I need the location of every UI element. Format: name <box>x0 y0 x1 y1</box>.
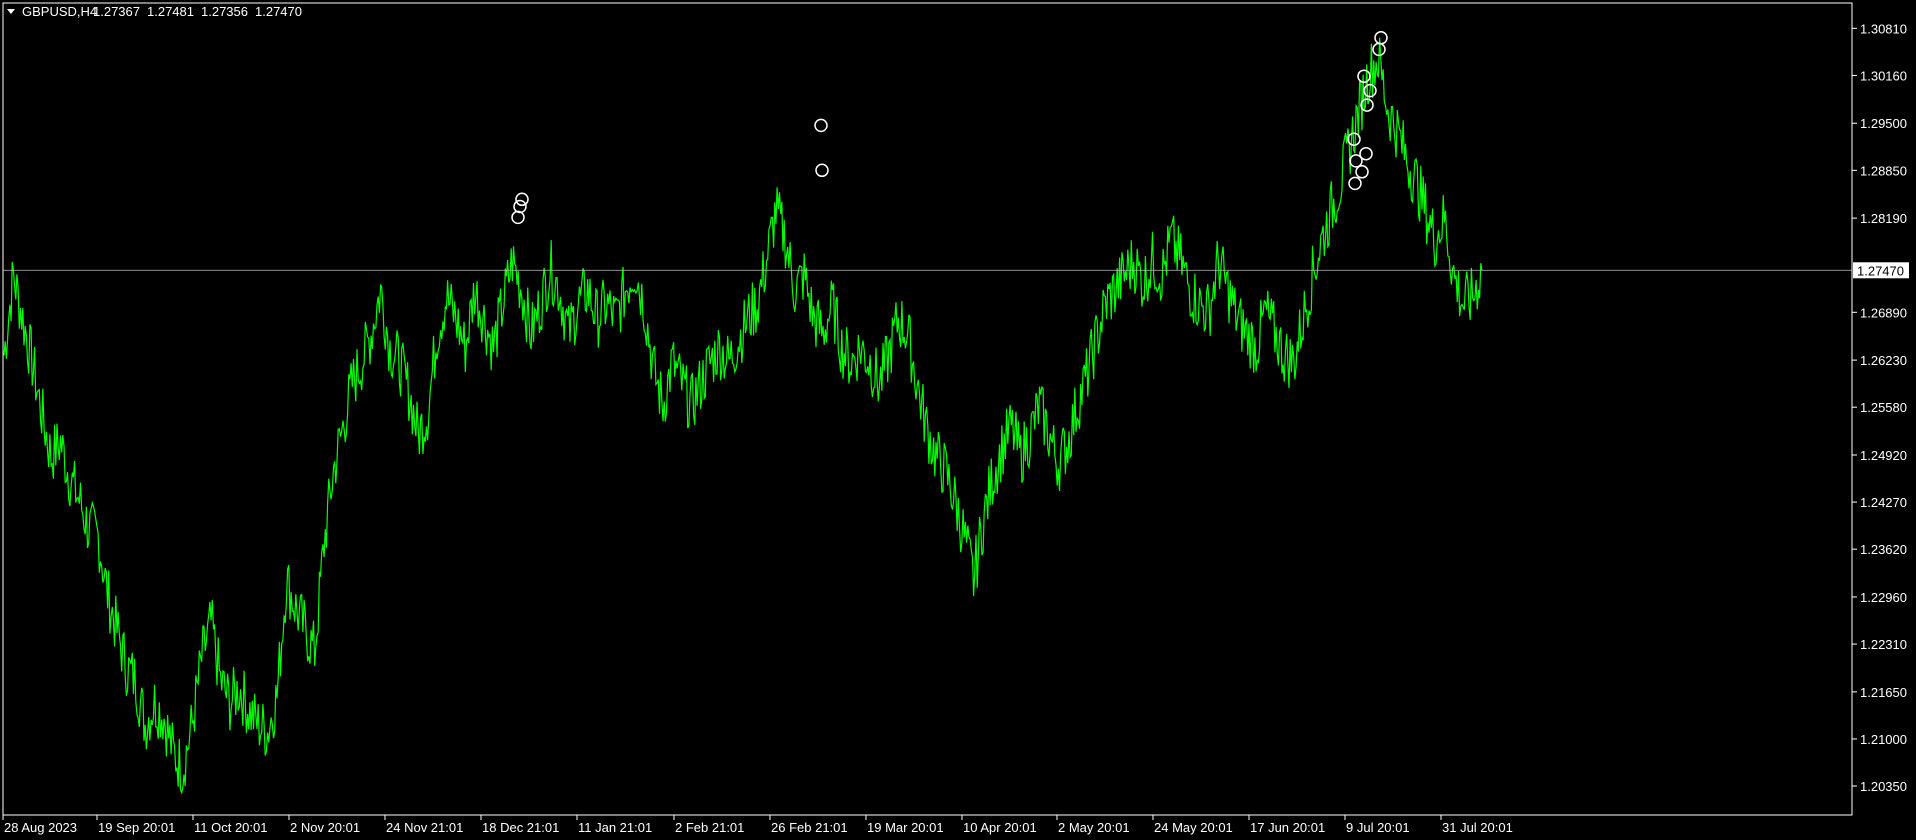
y-tick-label: 1.23620 <box>1860 542 1907 557</box>
x-tick-label: 11 Oct 20:01 <box>194 820 267 835</box>
x-tick-label: 2 Feb 21:01 <box>675 820 744 835</box>
x-tick-label: 11 Jan 21:01 <box>578 820 652 835</box>
chart-header: GBPUSD,H4 1.27367 1.27481 1.27356 1.2747… <box>7 4 302 19</box>
y-tick-label: 1.30160 <box>1860 68 1907 83</box>
y-tick-label: 1.29500 <box>1860 116 1907 131</box>
x-tick-label: 18 Dec 21:01 <box>482 820 559 835</box>
x-tick-label: 9 Jul 20:01 <box>1346 820 1410 835</box>
y-tick-label: 1.26890 <box>1860 305 1907 320</box>
y-tick-label: 1.25580 <box>1860 400 1907 415</box>
x-tick-label: 26 Feb 21:01 <box>771 820 848 835</box>
header-open: 1.27367 <box>93 4 140 19</box>
x-tick-label: 24 May 20:01 <box>1154 820 1233 835</box>
y-tick-label: 1.24920 <box>1860 448 1907 463</box>
price-chart[interactable]: 1.27470 1.30810 1.30160 1.29500 1.28850 1.28… <box>0 0 1916 840</box>
x-tick-label: 10 Apr 20:01 <box>963 820 1037 835</box>
y-tick-label: 1.21000 <box>1860 732 1907 747</box>
x-tick-label: 17 Jun 20:01 <box>1250 820 1325 835</box>
header-low: 1.27356 <box>201 4 248 19</box>
y-tick-label: 1.20350 <box>1860 779 1907 794</box>
x-tick-label: 2 May 20:01 <box>1058 820 1130 835</box>
y-tick-label: 1.22960 <box>1860 590 1907 605</box>
header-symbol: GBPUSD,H4 <box>22 4 97 19</box>
plot-frame <box>2 2 1853 816</box>
x-tick-label: 31 Jul 20:01 <box>1442 820 1513 835</box>
y-tick-label: 1.24270 <box>1860 495 1907 510</box>
y-tick-label: 1.22310 <box>1860 637 1907 652</box>
bid-price-label: 1.27470 <box>1857 263 1904 278</box>
x-tick-label: 2 Nov 20:01 <box>290 820 360 835</box>
y-tick-label: 1.28850 <box>1860 163 1907 178</box>
header-close: 1.27470 <box>255 4 302 19</box>
y-tick-label: 1.26230 <box>1860 353 1907 368</box>
x-tick-label: 24 Nov 21:01 <box>386 820 463 835</box>
y-tick-label: 1.30810 <box>1860 21 1907 36</box>
chart-window[interactable]: 1.27470 1.30810 1.30160 1.29500 1.28850 1.28… <box>0 0 1916 840</box>
y-tick-label: 1.28190 <box>1860 211 1907 226</box>
x-tick-label: 28 Aug 2023 <box>4 820 77 835</box>
x-tick-label: 19 Mar 20:01 <box>867 820 944 835</box>
header-high: 1.27481 <box>147 4 194 19</box>
x-tick-label: 19 Sep 20:01 <box>98 820 175 835</box>
y-tick-label: 1.21650 <box>1860 685 1907 700</box>
